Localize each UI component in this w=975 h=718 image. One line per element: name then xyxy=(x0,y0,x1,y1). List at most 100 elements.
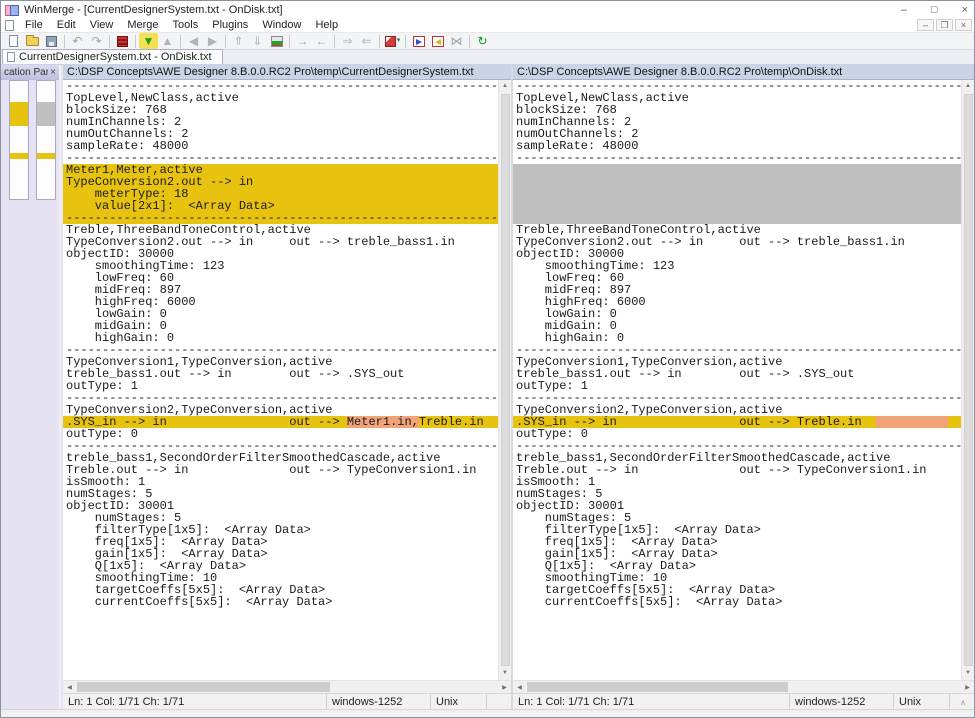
code-line[interactable]: treble_bass1,SecondOrderFilterSmoothedCa… xyxy=(63,452,498,464)
copy-right-and-advance-button[interactable]: ⇒ xyxy=(338,33,357,49)
menu-merge[interactable]: Merge xyxy=(120,19,165,31)
code-line[interactable]: Meter1,Meter,active xyxy=(63,164,498,176)
scroll-down-icon[interactable]: ▼ xyxy=(962,667,974,680)
left-pane-content[interactable]: ----------------------------------------… xyxy=(63,80,498,680)
code-line[interactable]: Treble,ThreeBandToneControl,active xyxy=(63,224,498,236)
code-line[interactable]: .SYS_in --> in out --> Meter1.in,Treble.… xyxy=(63,416,498,428)
menu-help[interactable]: Help xyxy=(308,19,345,31)
previous-difference-button[interactable]: ▲ xyxy=(158,33,177,49)
code-line[interactable]: blockSize: 768 xyxy=(513,104,961,116)
refresh-button[interactable]: ↻ xyxy=(473,33,492,49)
scroll-up-icon[interactable]: ▲ xyxy=(499,80,511,93)
code-line[interactable]: midGain: 0 xyxy=(513,320,961,332)
code-line[interactable]: ----------------------------------------… xyxy=(63,392,498,404)
close-button[interactable]: × xyxy=(962,4,968,16)
vertical-scroll-thumb[interactable] xyxy=(501,94,510,666)
left-vertical-scrollbar[interactable]: ▲ ▼ xyxy=(498,80,511,680)
code-line[interactable]: Treble.out --> in out --> TypeConversion… xyxy=(63,464,498,476)
menu-window[interactable]: Window xyxy=(255,19,308,31)
menu-plugins[interactable]: Plugins xyxy=(205,19,255,31)
code-line[interactable]: TypeConversion1,TypeConversion,active xyxy=(513,356,961,368)
mdi-close-button[interactable]: × xyxy=(955,19,972,31)
code-line[interactable]: TypeConversion2,TypeConversion,active xyxy=(63,404,498,416)
code-line[interactable]: sampleRate: 48000 xyxy=(63,140,498,152)
copy-all-right-button[interactable]: ▾ xyxy=(383,33,402,49)
code-line[interactable]: objectID: 30000 xyxy=(513,248,961,260)
missing-block-line[interactable] xyxy=(513,200,961,212)
code-line[interactable]: lowGain: 0 xyxy=(513,308,961,320)
auto-merge-button[interactable] xyxy=(267,33,286,49)
code-line[interactable]: isSmooth: 1 xyxy=(63,476,498,488)
last-difference-button[interactable]: ⇓ xyxy=(248,33,267,49)
code-line[interactable]: objectID: 30001 xyxy=(513,500,961,512)
maximize-button[interactable]: □ xyxy=(931,4,938,16)
code-line[interactable]: ----------------------------------------… xyxy=(513,80,961,92)
left-file-map[interactable] xyxy=(9,80,29,200)
current-difference-right-button[interactable]: ▶ xyxy=(203,33,222,49)
code-line[interactable]: filterType[1x5]: <Array Data> xyxy=(63,524,498,536)
horizontal-scroll-track[interactable] xyxy=(76,681,498,693)
code-line[interactable]: ----------------------------------------… xyxy=(513,392,961,404)
scroll-right-icon[interactable]: ▶ xyxy=(498,684,511,691)
scroll-left-icon[interactable]: ◀ xyxy=(63,684,76,691)
menu-tools[interactable]: Tools xyxy=(166,19,206,31)
code-line[interactable]: ----------------------------------------… xyxy=(63,440,498,452)
code-line[interactable]: midFreq: 897 xyxy=(63,284,498,296)
code-line[interactable]: targetCoeffs[5x5]: <Array Data> xyxy=(63,584,498,596)
code-line[interactable]: gain[1x5]: <Array Data> xyxy=(63,548,498,560)
scroll-left-icon[interactable]: ◀ xyxy=(513,684,526,691)
minimize-button[interactable]: – xyxy=(901,4,907,16)
code-line[interactable]: ----------------------------------------… xyxy=(63,152,498,164)
code-line[interactable]: TypeConversion1,TypeConversion,active xyxy=(63,356,498,368)
location-pane-close-button[interactable]: × xyxy=(48,67,56,78)
right-pane-content[interactable]: ----------------------------------------… xyxy=(513,80,961,680)
code-line[interactable]: gain[1x5]: <Array Data> xyxy=(513,548,961,560)
code-line[interactable]: highGain: 0 xyxy=(513,332,961,344)
mdi-minimize-button[interactable]: – xyxy=(917,19,934,31)
missing-block-line[interactable] xyxy=(513,164,961,176)
code-line[interactable]: .SYS_in --> in out --> Treble.in xyxy=(513,416,961,428)
save-button[interactable] xyxy=(42,33,61,49)
tab-file-compare[interactable]: CurrentDesignerSystem.txt - OnDisk.txt xyxy=(2,49,223,64)
code-line[interactable]: numOutChannels: 2 xyxy=(513,128,961,140)
code-line[interactable]: ----------------------------------------… xyxy=(63,344,498,356)
horizontal-scroll-thumb[interactable] xyxy=(527,682,788,692)
scroll-down-icon[interactable]: ▼ xyxy=(499,667,511,680)
scroll-right-icon[interactable]: ▶ xyxy=(961,684,974,691)
code-line[interactable]: currentCoeffs[5x5]: <Array Data> xyxy=(513,596,961,608)
code-line[interactable]: isSmooth: 1 xyxy=(513,476,961,488)
code-line[interactable]: midFreq: 897 xyxy=(513,284,961,296)
code-line[interactable]: TypeConversion2,TypeConversion,active xyxy=(513,404,961,416)
scroll-up-icon[interactable]: ▲ xyxy=(962,80,974,93)
code-line[interactable]: ----------------------------------------… xyxy=(63,80,498,92)
code-line[interactable]: Treble.out --> in out --> TypeConversion… xyxy=(513,464,961,476)
code-line[interactable]: numStages: 5 xyxy=(63,488,498,500)
code-line[interactable]: objectID: 30001 xyxy=(63,500,498,512)
right-horizontal-scrollbar[interactable]: ◀ ▶ xyxy=(513,680,974,693)
redo-button[interactable]: ↷ xyxy=(87,33,106,49)
code-line[interactable]: TypeConversion2.out --> in out --> trebl… xyxy=(63,236,498,248)
menu-view[interactable]: View xyxy=(83,19,121,31)
right-vertical-scrollbar[interactable]: ▲ ▼ xyxy=(961,80,974,680)
code-line[interactable]: treble_bass1.out --> in out --> .SYS_out xyxy=(513,368,961,380)
code-line[interactable]: outType: 1 xyxy=(63,380,498,392)
code-line[interactable]: numStages: 5 xyxy=(63,512,498,524)
code-line[interactable]: targetCoeffs[5x5]: <Array Data> xyxy=(513,584,961,596)
code-line[interactable]: highFreq: 6000 xyxy=(63,296,498,308)
code-line[interactable]: smoothingTime: 10 xyxy=(63,572,498,584)
code-line[interactable]: TypeConversion2.out --> in xyxy=(63,176,498,188)
missing-block-line[interactable] xyxy=(513,212,961,224)
open-file-button[interactable] xyxy=(23,33,42,49)
code-line[interactable]: freq[1x5]: <Array Data> xyxy=(513,536,961,548)
code-line[interactable]: numInChannels: 2 xyxy=(63,116,498,128)
rescan-button[interactable] xyxy=(113,33,132,49)
code-line[interactable]: Q[1x5]: <Array Data> xyxy=(513,560,961,572)
new-file-button[interactable] xyxy=(4,33,23,49)
missing-block-line[interactable] xyxy=(513,188,961,200)
horizontal-scroll-thumb[interactable] xyxy=(77,682,330,692)
code-line[interactable]: ----------------------------------------… xyxy=(513,440,961,452)
copy-left-button[interactable]: ← xyxy=(312,33,331,49)
code-line[interactable]: ----------------------------------------… xyxy=(513,152,961,164)
code-line[interactable]: numStages: 5 xyxy=(513,488,961,500)
copy-right-button[interactable]: → xyxy=(293,33,312,49)
